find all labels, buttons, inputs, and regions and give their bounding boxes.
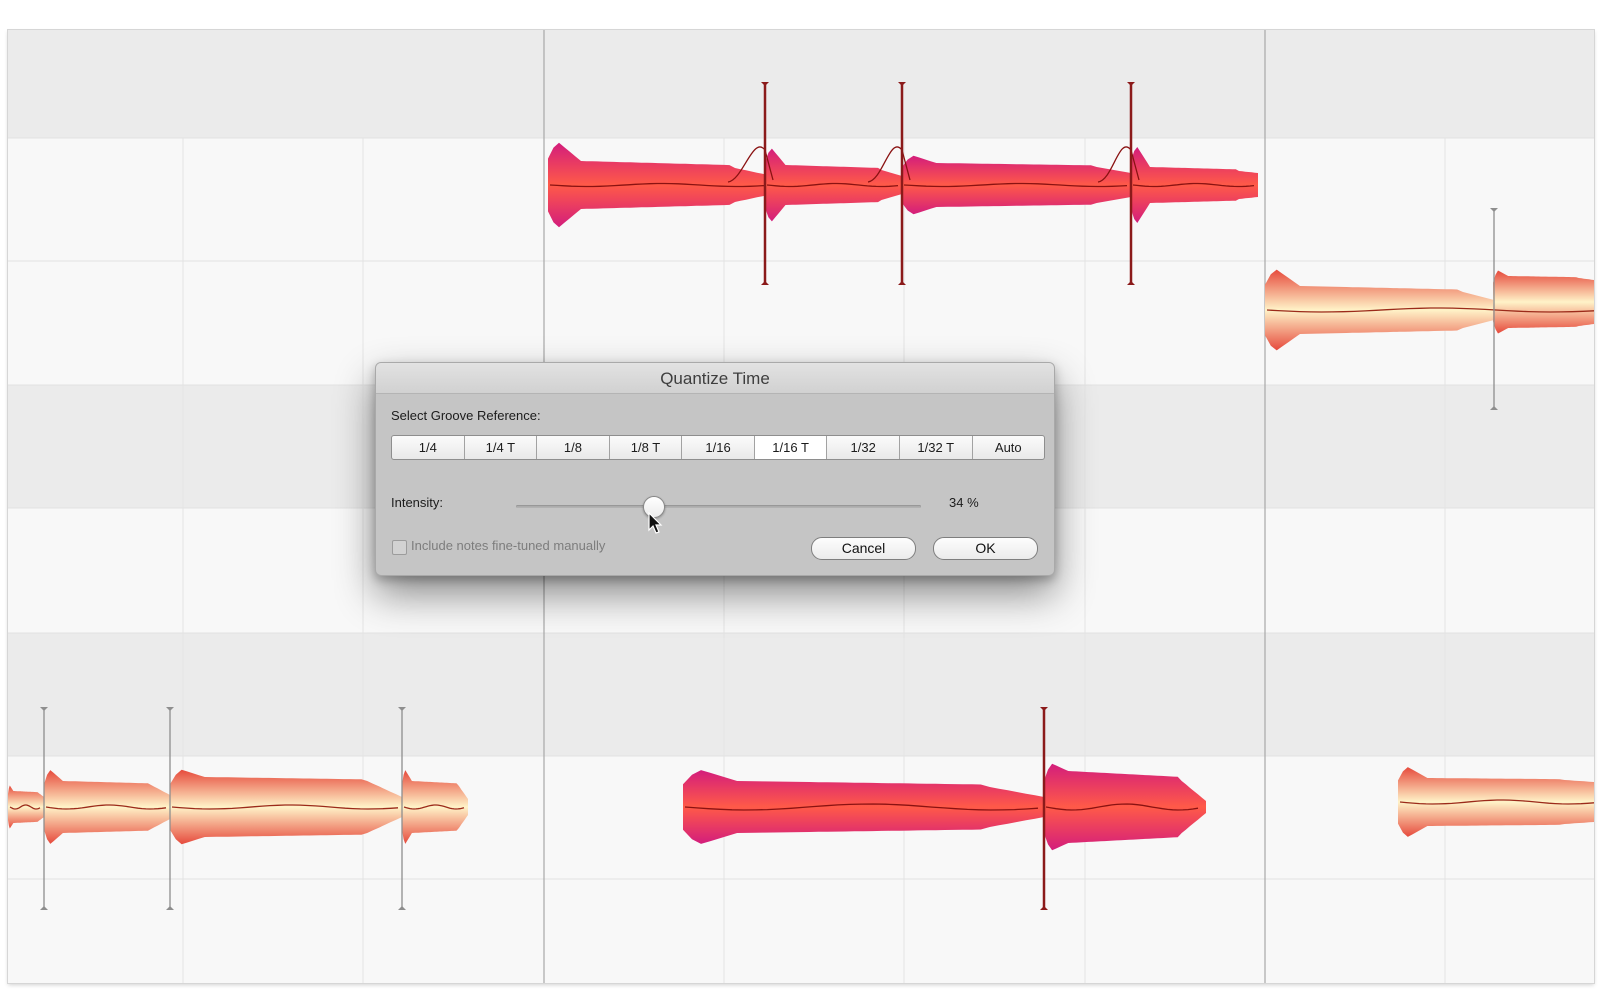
include-fine-tuned-checkbox[interactable] [392,540,407,555]
groove-option-1-8[interactable]: 1/8 [537,436,610,459]
mouse-cursor-icon [648,512,663,534]
ok-button[interactable]: OK [933,537,1038,560]
include-fine-tuned-label: Include notes fine-tuned manually [411,538,606,553]
intensity-value: 34 % [949,495,979,510]
pitch-band [8,30,1594,138]
groove-option-1-4-triplet[interactable]: 1/4 T [465,436,538,459]
groove-option-1-4[interactable]: 1/4 [392,436,465,459]
quantize-time-dialog: Quantize Time Select Groove Reference: 1… [375,362,1055,576]
groove-option-1-16[interactable]: 1/16 [682,436,755,459]
note-blob [1493,270,1594,334]
groove-reference-label: Select Groove Reference: [391,408,541,423]
groove-reference-segmented-control: 1/4 1/4 T 1/8 1/8 T 1/16 1/16 T 1/32 1/3… [391,435,1045,460]
intensity-label: Intensity: [391,495,444,510]
groove-option-1-16-triplet[interactable]: 1/16 T [754,436,828,459]
dialog-title: Quantize Time [376,363,1054,394]
intensity-slider-track[interactable] [516,505,921,508]
cancel-button[interactable]: Cancel [811,537,916,560]
groove-option-auto[interactable]: Auto [973,436,1045,459]
groove-option-1-32[interactable]: 1/32 [827,436,900,459]
pitch-band [8,633,1594,756]
groove-option-1-8-triplet[interactable]: 1/8 T [610,436,683,459]
groove-option-1-32-triplet[interactable]: 1/32 T [900,436,973,459]
